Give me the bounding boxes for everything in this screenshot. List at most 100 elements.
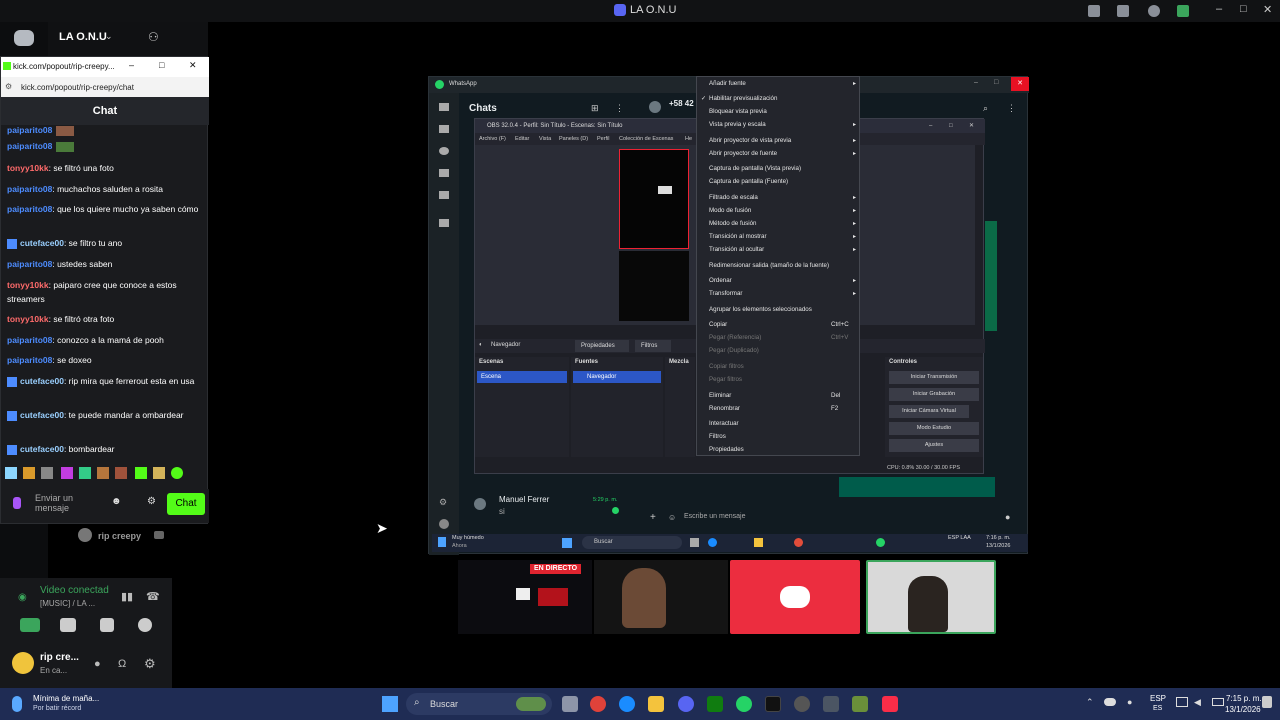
emoji-icon[interactable]: ☻ <box>111 496 122 507</box>
menu-vista[interactable]: Vista <box>539 133 551 145</box>
task-view-icon[interactable] <box>562 696 578 712</box>
taskbar-search-box[interactable]: ⌕ Buscar <box>406 693 552 715</box>
calculator-icon[interactable] <box>823 696 839 712</box>
settings-icon[interactable]: ⚙ <box>147 496 156 507</box>
taskbar-time[interactable]: 7:15 p. m. <box>1226 694 1262 703</box>
close-icon[interactable]: ✕ <box>1263 3 1272 16</box>
stream-tile[interactable]: EN DIRECTO <box>458 560 592 634</box>
taskbar-search[interactable]: Buscar <box>582 536 682 549</box>
edge-icon[interactable] <box>708 538 717 547</box>
menu-archivo[interactable]: Archivo (F) <box>479 133 506 145</box>
chrome-icon[interactable] <box>590 696 606 712</box>
menu-item-preview-projector[interactable]: Abrir proyector de vista previa ▸ <box>709 137 856 144</box>
maximize-icon[interactable]: □ <box>1240 3 1247 15</box>
voice-note-icon[interactable]: ● <box>1005 512 1010 522</box>
add-user-icon[interactable]: ⚇ <box>148 30 159 44</box>
windows-start-icon[interactable] <box>562 538 572 548</box>
webcam-tile[interactable] <box>594 560 728 634</box>
calls-icon[interactable] <box>439 125 449 133</box>
emote-picker-strip[interactable] <box>5 467 185 481</box>
emote-icon[interactable] <box>153 467 165 479</box>
menu-perfil[interactable]: Perfil <box>597 133 610 145</box>
soundboard-icon[interactable]: ▮▮ <box>121 590 133 603</box>
settings-button[interactable]: Ajustes <box>889 439 979 452</box>
new-chat-icon[interactable]: ⊞ <box>591 103 599 114</box>
disconnect-icon[interactable]: ☎ <box>146 590 160 603</box>
menu-item-preview-scale[interactable]: Vista previa y escala ▸ <box>709 121 856 128</box>
menu-item-properties[interactable]: Propiedades <box>709 446 744 453</box>
menu-item-order[interactable]: Ordenar ▸ <box>709 277 856 284</box>
weather-subtext[interactable]: Por batir récord <box>33 705 81 712</box>
discord-user-tile[interactable] <box>730 560 860 634</box>
popup-close-icon[interactable]: ✕ <box>189 60 197 71</box>
menu-item-enable-preview[interactable]: ✓ Habilitar previsualización <box>701 95 777 102</box>
signal-icon[interactable]: ◉ <box>18 592 27 603</box>
screen-share-icon[interactable] <box>60 618 76 632</box>
tab-navegador[interactable]: Navegador <box>491 342 520 348</box>
profile-icon[interactable] <box>439 519 449 529</box>
minimize-icon[interactable]: – <box>1216 3 1222 15</box>
menu-item-hide-transition[interactable]: Transición al ocultar ▸ <box>709 246 856 253</box>
task-view-icon[interactable] <box>690 538 699 547</box>
minecraft-icon[interactable] <box>852 696 868 712</box>
windows-start-icon[interactable] <box>382 696 398 712</box>
camera-toggle-icon[interactable] <box>20 618 40 632</box>
emote-icon[interactable] <box>97 467 109 479</box>
start-stream-button[interactable]: Iniciar Transmisión <box>889 371 979 384</box>
menu-item-group[interactable]: Agrupar los elementos seleccionados <box>709 306 812 313</box>
popup-minimize-icon[interactable]: – <box>129 60 134 70</box>
user-settings-icon[interactable]: ⚙ <box>144 656 156 672</box>
communities-icon[interactable] <box>439 191 449 199</box>
microphone-icon[interactable] <box>13 497 21 509</box>
network-icon[interactable] <box>1176 697 1188 707</box>
inbox-icon[interactable] <box>1117 5 1129 17</box>
help-icon[interactable] <box>1148 5 1160 17</box>
pin-icon[interactable] <box>1088 5 1100 17</box>
emote-icon[interactable] <box>23 467 35 479</box>
file-explorer-icon[interactable] <box>754 538 763 547</box>
properties-button[interactable]: Propiedades <box>575 340 629 352</box>
headphones-icon[interactable]: Ω <box>118 658 126 670</box>
menu-item-transform[interactable]: Transformar ▸ <box>709 290 856 297</box>
menu-help[interactable]: He <box>685 133 692 145</box>
download-icon[interactable] <box>1177 5 1189 17</box>
webcam-tile[interactable] <box>866 560 996 634</box>
attach-icon[interactable]: + <box>650 512 656 523</box>
contact-number[interactable]: +58 42 <box>669 99 694 108</box>
channels-icon[interactable] <box>439 169 449 177</box>
menu-item-screenshot-source[interactable]: Captura de pantalla (Fuente) <box>709 178 788 185</box>
taskbar-date[interactable]: 13/1/2026 <box>1225 705 1261 714</box>
address-bar[interactable]: ⚙ kick.com/popout/rip-creepy/chat <box>1 77 209 97</box>
send-chat-button[interactable]: Chat <box>167 493 205 515</box>
xbox-icon[interactable] <box>707 696 723 712</box>
studio-mode-button[interactable]: Modo Estudio <box>889 422 979 435</box>
chat-input[interactable]: Enviar un mensaje <box>35 493 105 513</box>
menu-paneles[interactable]: Paneles (D) <box>559 133 588 145</box>
menu-item-copy[interactable]: Copiar Ctrl+C <box>709 321 849 328</box>
activities-icon[interactable] <box>100 618 114 632</box>
music-icon[interactable] <box>882 696 898 712</box>
language-top[interactable]: ESP <box>1150 694 1166 703</box>
wa-maximize-icon[interactable]: □ <box>994 79 998 86</box>
site-info-icon[interactable]: ⚙ <box>5 82 12 91</box>
avatar[interactable] <box>12 652 34 674</box>
popup-maximize-icon[interactable]: □ <box>159 60 164 70</box>
discord-icon[interactable] <box>678 696 694 712</box>
avatar[interactable] <box>474 498 486 510</box>
emote-icon[interactable] <box>61 467 73 479</box>
menu-editar[interactable]: Editar <box>515 133 529 145</box>
whatsapp-taskbar-icon[interactable] <box>876 538 885 547</box>
menu-item-screenshot-preview[interactable]: Captura de pantalla (Vista previa) <box>709 165 801 172</box>
search-icon[interactable]: ⌕ <box>983 103 988 114</box>
menu-item-filters[interactable]: Filtros <box>709 433 726 440</box>
chat-contact-name[interactable]: Manuel Ferrer <box>499 495 549 504</box>
menu-item-add-source[interactable]: Añadir fuente ▸ <box>709 80 856 87</box>
emote-icon[interactable] <box>115 467 127 479</box>
obs-minimize-icon[interactable]: – <box>929 119 932 133</box>
menu-item-show-transition[interactable]: Transición al mostrar ▸ <box>709 233 856 240</box>
volume-icon[interactable]: ◀ <box>1194 697 1201 708</box>
discord-home-icon[interactable] <box>14 30 34 46</box>
obs-maximize-icon[interactable]: □ <box>949 119 953 133</box>
emote-icon[interactable] <box>79 467 91 479</box>
server-header[interactable]: LA O.N.U ⌄ ⚇ <box>48 22 208 56</box>
